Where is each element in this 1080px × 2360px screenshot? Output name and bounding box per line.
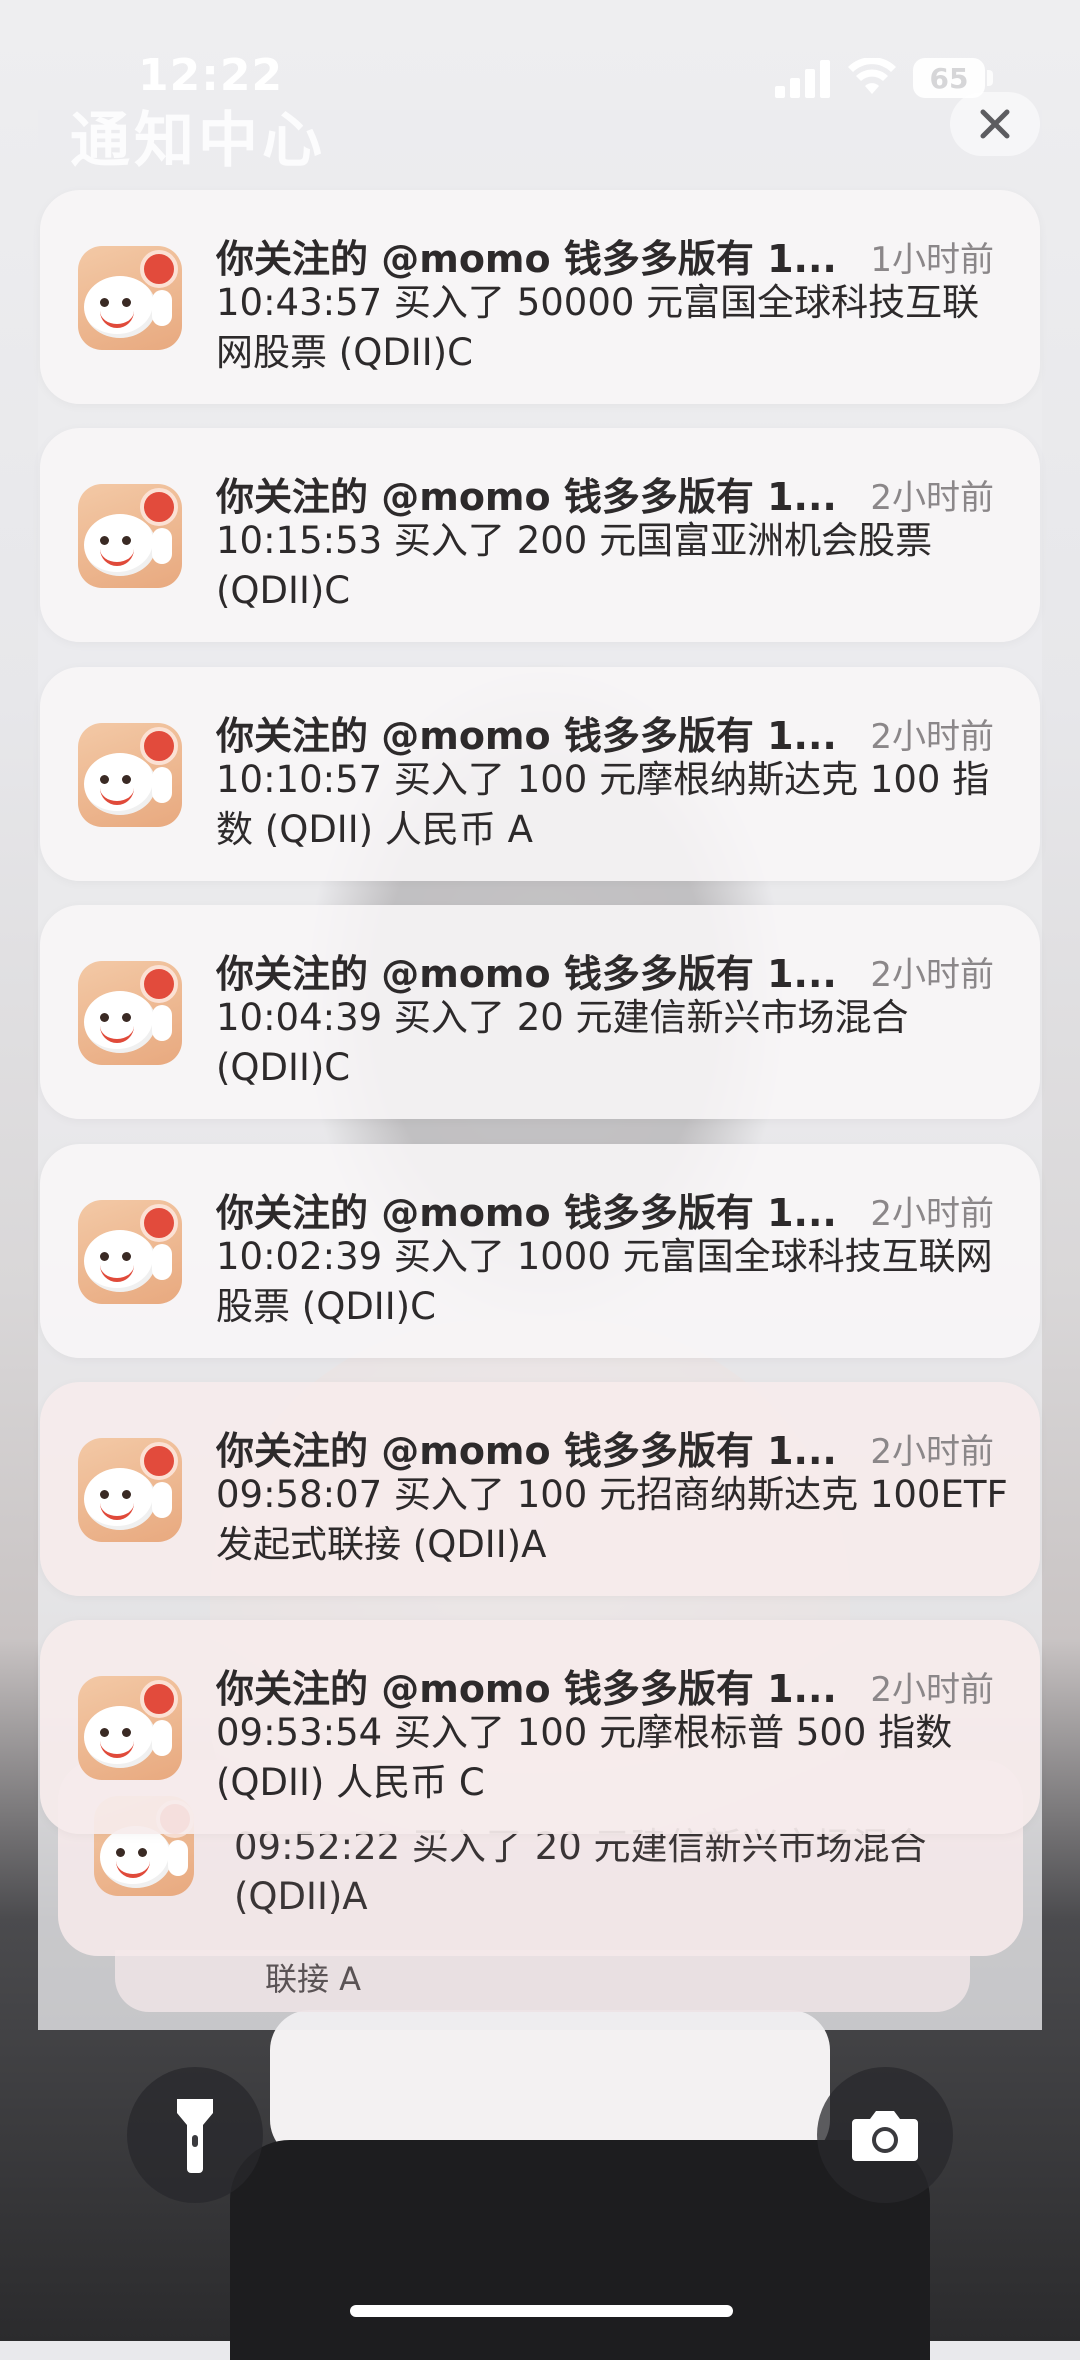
notification-card[interactable]: 你关注的 @momo 钱多多版有 1... 2小时前 10:15:53 买入了 … [40, 428, 1040, 642]
notification-body: 10:15:53 买入了 200 元国富亚洲机会股票 (QDII)C [216, 519, 933, 612]
notification-card[interactable]: 你关注的 @momo 钱多多版有 1... 2小时前 10:10:57 买入了 … [40, 667, 1040, 881]
notification-title: 你关注的 @momo 钱多多版有 1... [216, 1429, 836, 1473]
camera-icon [852, 2111, 918, 2161]
battery-level: 65 [929, 61, 969, 95]
close-icon [980, 109, 1010, 139]
notification-card[interactable]: 你关注的 @momo 钱多多版有 1... 2小时前 10:02:39 买入了 … [40, 1144, 1040, 1358]
wifi-icon [848, 58, 896, 94]
wallpaper-shirt [270, 2010, 830, 2160]
notification-card[interactable]: 你关注的 @momo 钱多多版有 1... 1小时前 10:43:57 买入了 … [40, 190, 1040, 404]
notification-body: 联接 A [265, 1960, 362, 1998]
app-icon [78, 1200, 182, 1304]
battery-cap [987, 70, 993, 86]
flashlight-button[interactable] [127, 2067, 263, 2203]
notification-time: 2小时前 [870, 1194, 994, 1234]
notification-time: 1小时前 [870, 240, 994, 280]
app-icon [78, 961, 182, 1065]
app-icon [78, 1676, 182, 1780]
notification-body: 10:43:57 买入了 50000 元富国全球科技互联网股票 (QDII)C [216, 281, 980, 374]
notification-time: 2小时前 [870, 478, 994, 518]
home-indicator[interactable] [350, 2305, 733, 2317]
notification-body: 10:02:39 买入了 1000 元富国全球科技互联网股票 (QDII)C [216, 1235, 993, 1328]
notification-time: 2小时前 [870, 1670, 994, 1710]
notification-time: 2小时前 [870, 955, 994, 995]
notification-card[interactable]: 你关注的 @momo 钱多多版有 1... 2小时前 10:04:39 买入了 … [40, 905, 1040, 1119]
app-icon [78, 246, 182, 350]
notification-card[interactable]: 你关注的 @momo 钱多多版有 1... 2小时前 09:53:54 买入了 … [40, 1620, 1040, 1834]
notification-title: 你关注的 @momo 钱多多版有 1... [216, 475, 836, 519]
close-button[interactable] [950, 92, 1040, 156]
notification-title: 你关注的 @momo 钱多多版有 1... [216, 1667, 836, 1711]
notification-title: 你关注的 @momo 钱多多版有 1... [216, 952, 836, 996]
notification-title: 你关注的 @momo 钱多多版有 1... [216, 1191, 836, 1235]
wallpaper-pants [230, 2140, 930, 2360]
notification-body: 10:10:57 买入了 100 元摩根纳斯达克 100 指数 (QDII) 人… [216, 758, 990, 851]
notification-card[interactable]: 你关注的 @momo 钱多多版有 1... 2小时前 09:58:07 买入了 … [40, 1382, 1040, 1596]
cellular-signal-icon [775, 60, 830, 98]
notification-body: 10:04:39 买入了 20 元建信新兴市场混合 (QDII)C [216, 996, 909, 1089]
stacked-notification-back[interactable]: 联接 A [115, 1950, 970, 2012]
notification-title: 你关注的 @momo 钱多多版有 1... [216, 237, 836, 281]
notification-center-title: 通知中心 [70, 106, 326, 176]
app-icon [78, 723, 182, 827]
notification-body: 09:53:54 买入了 100 元摩根标普 500 指数 (QDII) 人民币… [216, 1711, 953, 1804]
camera-button[interactable] [817, 2067, 953, 2203]
notification-body: 09:58:07 买入了 100 元招商纳斯达克 100ETF 发起式联接 (Q… [216, 1473, 1008, 1566]
notification-time: 2小时前 [870, 717, 994, 757]
app-icon [78, 484, 182, 588]
app-icon [78, 1438, 182, 1542]
notification-title: 你关注的 @momo 钱多多版有 1... [216, 714, 836, 758]
flashlight-icon [177, 2099, 213, 2173]
notification-body: 09:52:22 买入了 20 元建信新兴市场混合 (QDII)A [234, 1825, 927, 1918]
notification-time: 2小时前 [870, 1432, 994, 1472]
